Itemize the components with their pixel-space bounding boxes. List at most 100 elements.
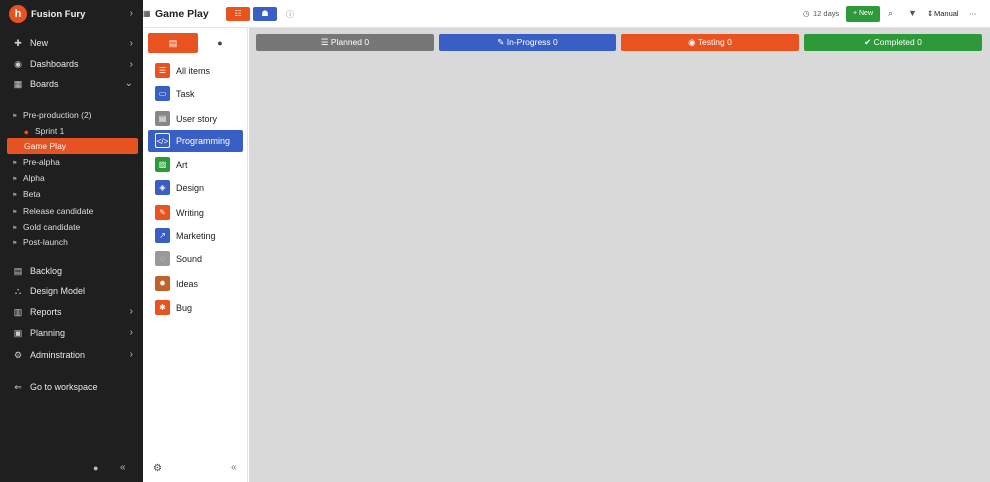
art-icon: ▨ — [155, 157, 170, 172]
team-view-button[interactable]: ☗ — [253, 7, 277, 21]
reports-icon: ▥ — [13, 307, 23, 317]
design-model-icon: ⛬ — [14, 286, 22, 296]
board-label: Pre-alpha — [23, 157, 60, 167]
eye-icon: ◉ — [688, 37, 696, 47]
type-label: Sound — [176, 254, 203, 264]
type-label: Programming — [176, 136, 231, 146]
gear-icon[interactable]: ⚙ — [153, 463, 162, 474]
chevron-right-icon[interactable]: › — [130, 349, 133, 360]
chart-icon: ↗ — [155, 228, 170, 243]
kanban-board: ☰ Planned 0 ✎ In-Progress 0 ◉ Testing 0 … — [249, 28, 990, 482]
more-icon[interactable]: ⋯ — [969, 9, 977, 18]
dashboard-icon: ◉ — [14, 59, 22, 69]
type-label: All items — [176, 66, 211, 76]
design-icon: ◈ — [155, 180, 170, 195]
board-sprint-1[interactable]: ◆ Sprint 1 — [24, 125, 64, 137]
nav-new[interactable]: ✚ New — [12, 36, 48, 50]
kanban-view-button[interactable]: ☷ — [226, 7, 250, 21]
item-type-panel: ▤ ● ☰ All items ▭ Task ▤ User story </> … — [143, 28, 248, 482]
nav-reports[interactable]: ▥ Reports — [12, 305, 62, 319]
type-label: Writing — [176, 208, 204, 218]
type-label: Bug — [176, 303, 193, 313]
type-task[interactable]: ▭ Task — [148, 83, 243, 105]
search-icon[interactable]: ⌕ — [888, 8, 893, 19]
flag-icon: ⚑ — [12, 161, 18, 167]
nav-backlog-label: Backlog — [30, 266, 63, 276]
board-alpha[interactable]: ⚑ Alpha — [12, 172, 45, 184]
board-game-play[interactable]: Game Play — [24, 140, 66, 152]
info-icon[interactable]: ⓘ — [286, 9, 294, 20]
nav-planning[interactable]: ▣ Planning — [12, 326, 65, 340]
nav-boards[interactable]: ▦ Boards — [12, 77, 59, 91]
chevron-right-icon[interactable]: › — [130, 8, 133, 19]
code-icon: </> — [155, 133, 170, 148]
type-art[interactable]: ▨ Art — [148, 154, 243, 176]
app-title[interactable]: Fusion Fury — [31, 9, 85, 20]
collapse-icon[interactable]: « — [120, 462, 126, 473]
nav-go-to-workspace[interactable]: ⇐ Go to workspace — [12, 380, 98, 394]
gear-icon: ⚙ — [13, 350, 23, 360]
collapse-icon[interactable]: « — [231, 462, 237, 473]
board-pre-production[interactable]: ⚑ Pre-production (2) — [12, 109, 92, 121]
boards-icon: ▦ — [13, 79, 23, 89]
board-post-launch[interactable]: ⚑ Post-launch — [12, 236, 68, 248]
nav-boards-label: Boards — [30, 79, 59, 89]
chevron-right-icon[interactable]: › — [130, 59, 133, 70]
user-icon[interactable]: ● — [93, 463, 98, 473]
kanban-icon: ☷ — [234, 9, 242, 18]
tab-members[interactable]: ● — [195, 33, 245, 53]
type-user-story[interactable]: ▤ User story — [148, 108, 243, 130]
lightbulb-icon: ✹ — [155, 276, 170, 291]
nav-administration[interactable]: ⚙ Adminstration — [12, 348, 85, 362]
type-writing[interactable]: ✎ Writing — [148, 202, 243, 224]
column-in-progress[interactable]: ✎ In-Progress 0 — [439, 34, 616, 51]
task-icon: ▭ — [155, 86, 170, 101]
chevron-right-icon[interactable]: › — [130, 306, 133, 317]
nav-reports-label: Reports — [30, 307, 62, 317]
sound-icon: ◌ — [155, 251, 170, 266]
type-marketing[interactable]: ↗ Marketing — [148, 225, 243, 247]
board-grid-icon: ▦ — [143, 9, 151, 18]
type-programming[interactable]: </> Programming — [148, 130, 243, 152]
backlog-icon: ▤ — [13, 266, 23, 276]
new-item-button[interactable]: + New — [846, 6, 880, 22]
board-gold-candidate[interactable]: ⚑ Gold candidate — [12, 221, 80, 233]
sort-icon: ⇕ — [927, 9, 934, 18]
type-ideas[interactable]: ✹ Ideas — [148, 273, 243, 295]
filter-icon[interactable]: ▼ — [908, 8, 917, 18]
chevron-right-icon[interactable]: › — [130, 327, 133, 338]
type-sound[interactable]: ◌ Sound — [148, 248, 243, 270]
nav-backlog[interactable]: ▤ Backlog — [12, 264, 62, 278]
workspace-label: Go to workspace — [30, 382, 98, 392]
bug-icon: ✱ — [155, 300, 170, 315]
type-label: Marketing — [176, 231, 216, 241]
nav-design-model-label: Design Model — [30, 286, 86, 296]
type-bug[interactable]: ✱ Bug — [148, 297, 243, 319]
type-all-items[interactable]: ☰ All items — [148, 60, 243, 82]
type-design[interactable]: ◈ Design — [148, 177, 243, 199]
pencil-icon: ✎ — [155, 205, 170, 220]
nav-design-model[interactable]: ⛬ Design Model — [12, 284, 85, 298]
flag-icon: ⚑ — [12, 241, 18, 247]
board-label: Release candidate — [23, 206, 94, 216]
clock-icon: ◷ — [803, 9, 810, 18]
board-release-candidate[interactable]: ⚑ Release candidate — [12, 205, 93, 217]
chevron-right-icon[interactable]: › — [130, 38, 133, 49]
column-testing[interactable]: ◉ Testing 0 — [621, 34, 799, 51]
person-icon: ● — [217, 38, 223, 48]
board-pre-alpha[interactable]: ⚑ Pre-alpha — [12, 156, 60, 168]
nav-dashboards[interactable]: ◉ Dashboards — [12, 57, 78, 71]
column-label: Planned 0 — [330, 37, 370, 47]
column-completed[interactable]: ✔ Completed 0 — [804, 34, 982, 51]
team-icon: ☗ — [261, 9, 269, 18]
column-planned[interactable]: ☰ Planned 0 — [256, 34, 434, 51]
column-icon: ☰ — [320, 37, 329, 47]
type-label: Task — [176, 89, 195, 99]
board-beta[interactable]: ⚑ Beta — [12, 188, 41, 200]
tab-item-types[interactable]: ▤ — [148, 33, 198, 53]
board-label: Game Play — [24, 141, 67, 151]
app-logo[interactable]: h — [9, 5, 27, 23]
sort-mode-dropdown[interactable]: Manual — [934, 9, 959, 18]
chevron-down-icon[interactable]: ⌄ — [125, 78, 133, 89]
board-label: Gold candidate — [23, 222, 81, 232]
